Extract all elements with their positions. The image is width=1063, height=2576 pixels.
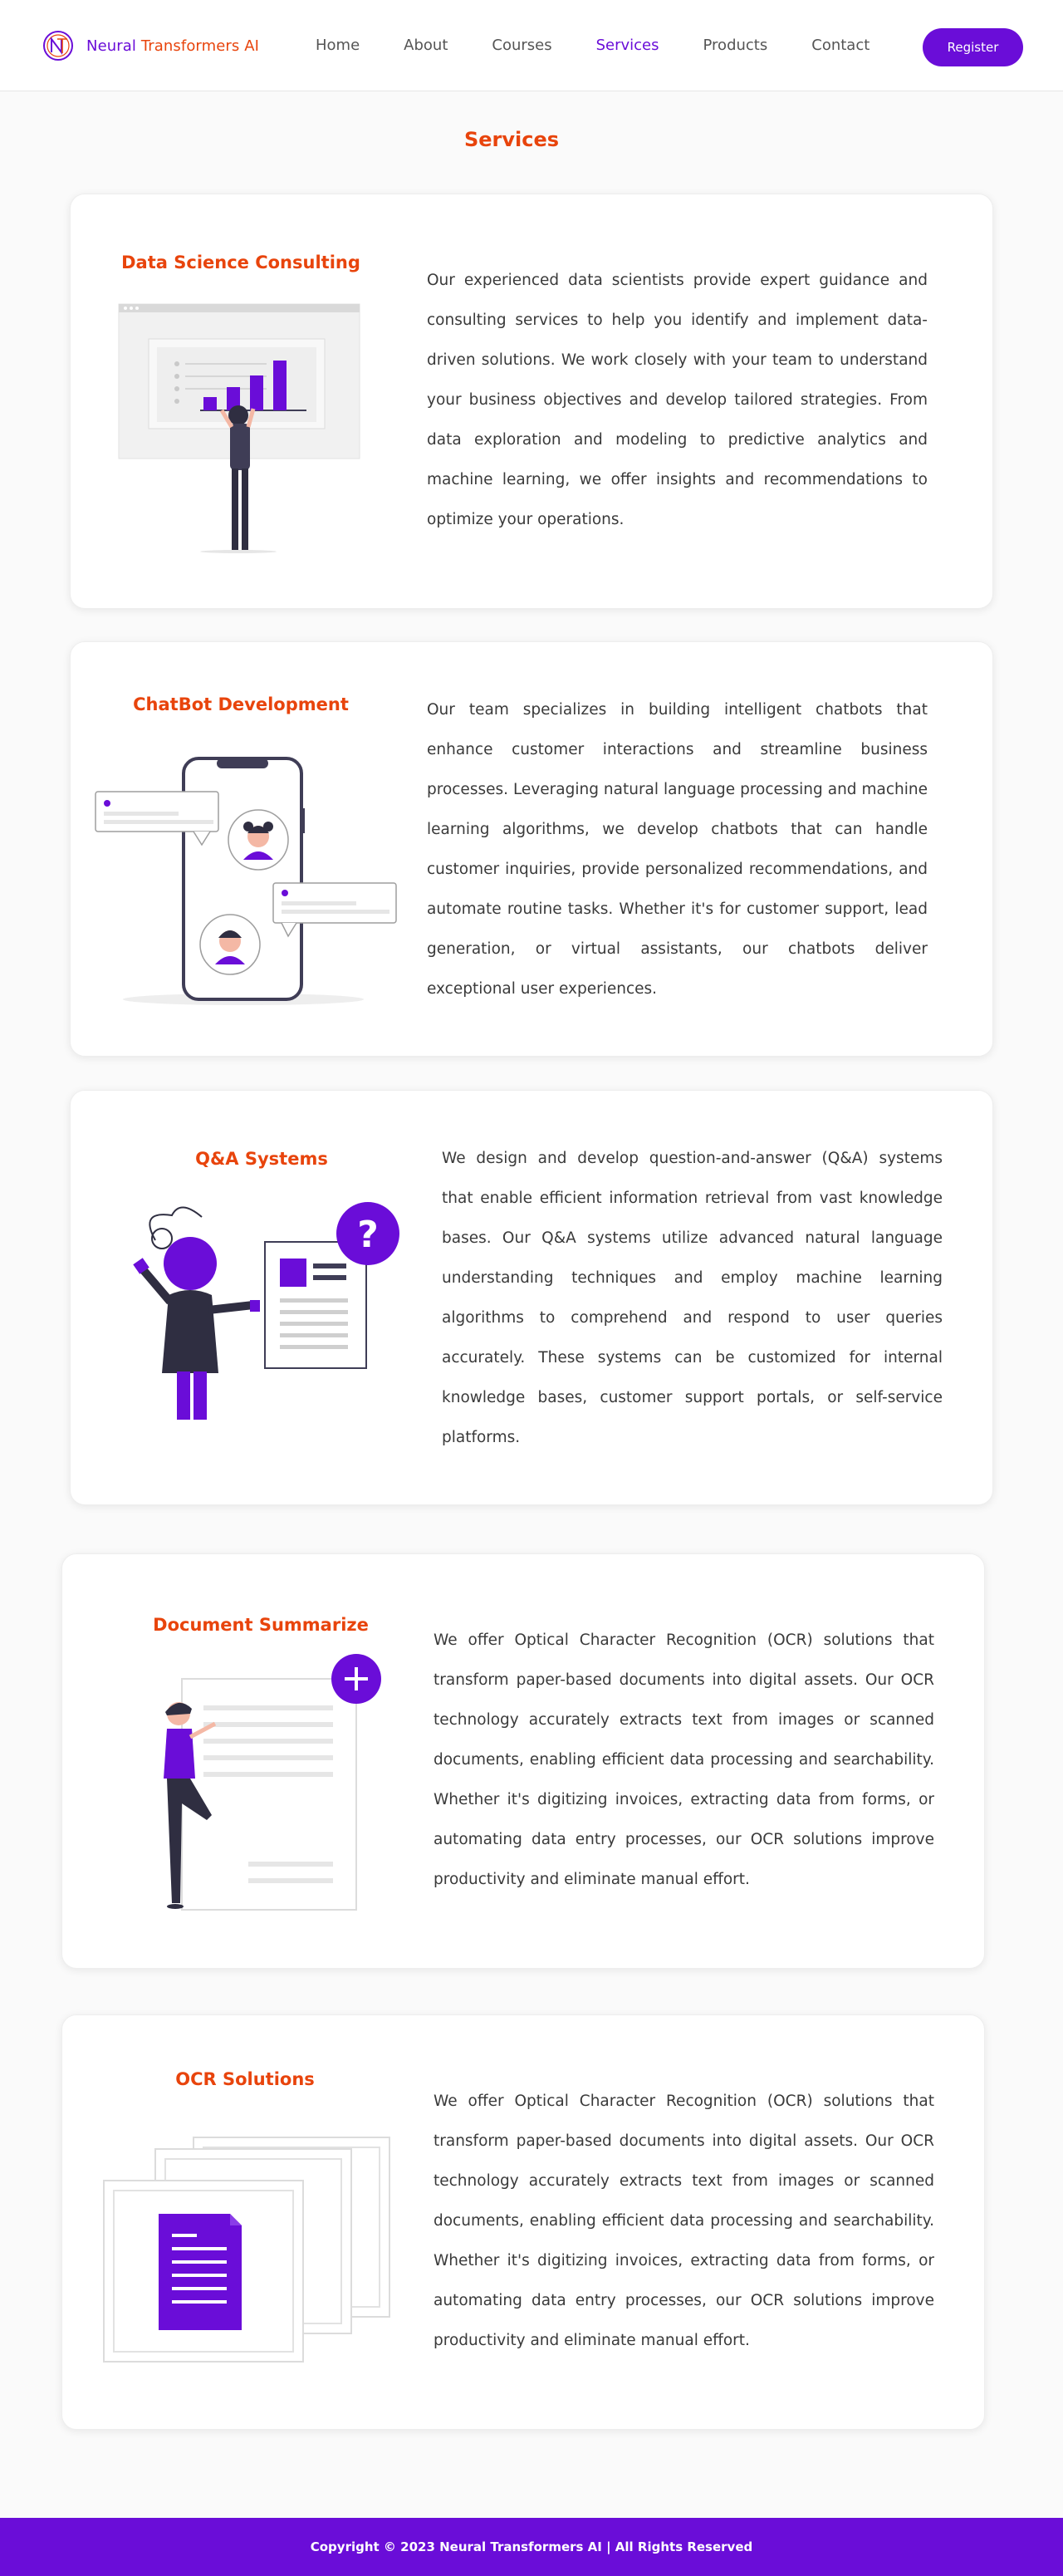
navbar: Neural Transformers AI Home About Course… — [0, 0, 1063, 91]
nav-products[interactable]: Products — [703, 37, 768, 54]
brand-name-part1: Neural — [86, 37, 141, 55]
service-description: Our team specializes in building intelli… — [427, 701, 928, 998]
brand-name-part2: Transformers AI — [140, 37, 260, 55]
chatbot-phone-illustration — [95, 757, 397, 1005]
logo-icon — [43, 31, 73, 61]
nav-services[interactable]: Services — [596, 37, 659, 54]
service-description: We offer Optical Character Recognition (… — [434, 1631, 934, 1888]
data-analysis-illustration — [118, 303, 360, 553]
service-description: We offer Optical Character Recognition (… — [434, 2093, 934, 2349]
nav-courses[interactable]: Courses — [492, 37, 551, 54]
nav-contact[interactable]: Contact — [811, 37, 870, 54]
service-card-qa: Q&A Systems ? We design and develop ques… — [70, 1090, 993, 1505]
service-card-data-science: Data Science Consulting Our experienced … — [70, 194, 993, 609]
service-description: Our experienced data scientists provide … — [427, 272, 928, 528]
document-illustration — [164, 1654, 381, 1911]
service-title: OCR Solutions — [175, 2069, 315, 2089]
footer-copyright: Copyright © 2023 Neural Transformers AI … — [310, 2539, 753, 2554]
service-card-ocr: OCR Solutions We offer Optical Character… — [61, 2014, 985, 2430]
svg-text:?: ? — [357, 1214, 379, 1256]
service-title: Document Summarize — [153, 1615, 369, 1635]
service-card-document-summarize: Document Summarize We offer Optical Char… — [61, 1553, 985, 1969]
service-card-chatbot: ChatBot Development Our team specializes… — [70, 641, 993, 1057]
service-title: ChatBot Development — [133, 694, 349, 714]
nav-about[interactable]: About — [404, 37, 448, 54]
footer: Copyright © 2023 Neural Transformers AI … — [0, 2518, 1063, 2576]
qa-illustration: ? — [133, 1202, 399, 1420]
service-title: Data Science Consulting — [121, 253, 360, 272]
register-button[interactable]: Register — [923, 28, 1023, 66]
brand-name: Neural Transformers AI — [86, 37, 259, 55]
brand[interactable]: Neural Transformers AI — [42, 29, 259, 62]
page-title: Services — [463, 128, 560, 151]
service-title: Q&A Systems — [195, 1149, 328, 1169]
nav-menu: Home About Courses Services Products Con… — [316, 37, 914, 54]
service-description: We design and develop question-and-answe… — [442, 1150, 943, 1446]
ocr-illustration — [103, 2137, 390, 2363]
nav-home[interactable]: Home — [316, 37, 360, 54]
